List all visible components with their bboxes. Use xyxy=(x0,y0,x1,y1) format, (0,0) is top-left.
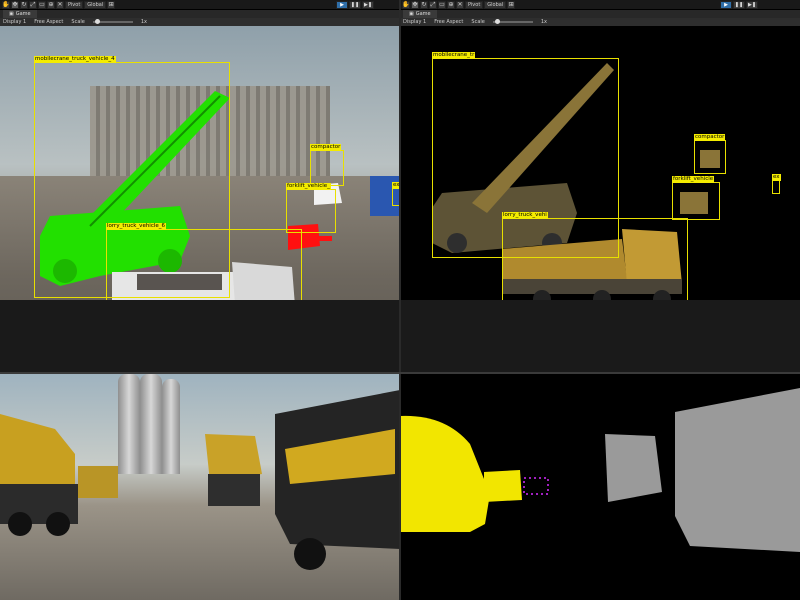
bbox-lorry[interactable]: lorry_truck_vehi xyxy=(502,212,688,300)
global-toggle[interactable]: Global xyxy=(84,0,107,9)
play-controls: ▶ ❚❚ ▶❚ xyxy=(336,1,374,9)
bbox-label: lorry_truck_vehicle_6 xyxy=(106,223,167,230)
play-icon[interactable]: ▶ xyxy=(336,1,348,9)
scale-label: Scale xyxy=(71,19,85,25)
play-controls: ▶ ❚❚ ▶❚ xyxy=(720,1,758,9)
editor-toolbar: ✋ ✥ ↻ ⤢ ▭ ⊕ ✕ Pivot Global ⊞ ▶ ❚❚ ▶❚ xyxy=(0,0,400,10)
scale-tool-icon[interactable]: ⤢ xyxy=(29,0,37,9)
scale-label: Scale xyxy=(471,19,485,25)
scale-tool-icon[interactable]: ⤢ xyxy=(429,0,437,9)
view-top-left: ✋ ✥ ↻ ⤢ ▭ ⊕ ✕ Pivot Global ⊞ ▶ ❚❚ ▶❚ ▣ G… xyxy=(0,0,400,300)
custom-tool-icon[interactable]: ✕ xyxy=(56,0,64,9)
view-divider-horizontal xyxy=(0,372,800,374)
bbox-label: ex xyxy=(772,174,781,181)
aspect-select[interactable]: Free Aspect xyxy=(434,19,463,25)
vehicles-scene xyxy=(0,390,400,570)
bbox-label: compactor xyxy=(310,144,342,151)
grid-snap-icon[interactable]: ⊞ xyxy=(107,0,116,9)
scale-value: 1x xyxy=(540,19,547,25)
hand-tool-icon[interactable]: ✋ xyxy=(402,0,410,9)
segmentation-masks xyxy=(400,388,800,552)
tab-game-label: Game xyxy=(15,11,31,17)
display-select[interactable]: Display 1 xyxy=(3,19,26,25)
tab-game[interactable]: ▣ Game xyxy=(3,10,37,18)
tab-bar: ▣ Game xyxy=(0,10,400,18)
bbox-lorry[interactable]: lorry_truck_vehicle_6 xyxy=(106,223,302,300)
game-viewport[interactable]: mobilecrane_tr compactor forklift_vehicl… xyxy=(400,26,800,300)
scale-slider[interactable] xyxy=(92,19,133,24)
game-view-bar: Display 1 Free Aspect Scale 1x xyxy=(400,18,800,26)
grid-snap-icon[interactable]: ⊞ xyxy=(507,0,516,9)
tab-game-label: Game xyxy=(415,11,431,17)
scale-value: 1x xyxy=(140,19,147,25)
view-bottom-right xyxy=(400,374,800,600)
game-viewport[interactable]: mobilecrane_truck_vehicle_4 compactor fo… xyxy=(0,26,400,300)
rotate-tool-icon[interactable]: ↻ xyxy=(420,0,428,9)
bbox-label: forklift_vehicle xyxy=(672,176,715,183)
pause-icon[interactable]: ❚❚ xyxy=(349,1,361,9)
editor-toolbar: ✋ ✥ ↻ ⤢ ▭ ⊕ ✕ Pivot Global ⊞ ▶ ❚❚ ▶❚ xyxy=(400,0,800,10)
tab-game[interactable]: ▣ Game xyxy=(403,10,437,18)
play-icon[interactable]: ▶ xyxy=(720,1,732,9)
bbox-label: mobilecrane_truck_vehicle_4 xyxy=(34,56,116,63)
transform-tool-icon[interactable]: ⊕ xyxy=(47,0,55,9)
bbox-label: lorry_truck_vehi xyxy=(502,212,548,219)
pivot-toggle[interactable]: Pivot xyxy=(465,0,484,9)
bbox-forklift[interactable]: forklift_vehicle_ xyxy=(286,183,336,233)
view-divider-vertical xyxy=(399,0,401,600)
move-tool-icon[interactable]: ✥ xyxy=(11,0,19,9)
rect-tool-icon[interactable]: ▭ xyxy=(438,0,446,9)
rect-tool-icon[interactable]: ▭ xyxy=(38,0,46,9)
tab-bar: ▣ Game xyxy=(400,10,800,18)
view-bottom-left xyxy=(0,374,400,600)
scale-slider[interactable] xyxy=(492,19,533,24)
custom-tool-icon[interactable]: ✕ xyxy=(456,0,464,9)
rotate-tool-icon[interactable]: ↻ xyxy=(20,0,28,9)
bbox-label: compactor xyxy=(694,134,726,141)
hand-tool-icon[interactable]: ✋ xyxy=(2,0,10,9)
bbox-label: forklift_vehicle_ xyxy=(286,183,331,190)
step-icon[interactable]: ▶❚ xyxy=(746,1,758,9)
game-view-bar: Display 1 Free Aspect Scale 1x xyxy=(0,18,400,26)
bbox-excavator[interactable]: ex xyxy=(772,174,781,194)
display-select[interactable]: Display 1 xyxy=(403,19,426,25)
multi-view-grid: ✋ ✥ ↻ ⤢ ▭ ⊕ ✕ Pivot Global ⊞ ▶ ❚❚ ▶❚ ▣ G… xyxy=(0,0,800,600)
global-toggle[interactable]: Global xyxy=(484,0,507,9)
move-tool-icon[interactable]: ✥ xyxy=(411,0,419,9)
game-icon: ▣ xyxy=(409,11,414,17)
bbox-forklift[interactable]: forklift_vehicle xyxy=(672,176,720,220)
view-top-right: ✋ ✥ ↻ ⤢ ▭ ⊕ ✕ Pivot Global ⊞ ▶ ❚❚ ▶❚ ▣ G… xyxy=(400,0,800,300)
game-icon: ▣ xyxy=(9,11,14,17)
bbox-compactor[interactable]: compactor xyxy=(694,134,726,174)
bbox-compactor[interactable]: compactor xyxy=(310,144,344,186)
transform-tool-icon[interactable]: ⊕ xyxy=(447,0,455,9)
pivot-toggle[interactable]: Pivot xyxy=(65,0,84,9)
bbox-label: mobilecrane_tr xyxy=(432,52,476,59)
aspect-select[interactable]: Free Aspect xyxy=(34,19,63,25)
step-icon[interactable]: ▶❚ xyxy=(362,1,374,9)
pause-icon[interactable]: ❚❚ xyxy=(733,1,745,9)
